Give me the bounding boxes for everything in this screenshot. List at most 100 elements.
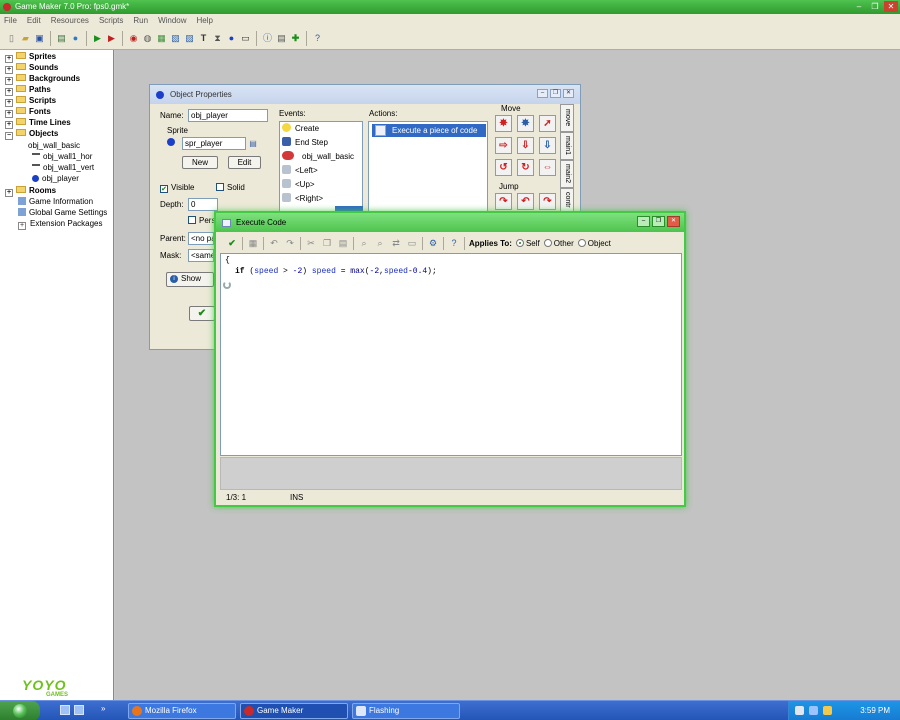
collapse-icon[interactable]: − [5, 132, 13, 140]
add-path-icon[interactable]: ▧ [170, 33, 181, 44]
persistent-checkbox[interactable]: Pers [188, 216, 215, 225]
execute-code-titlebar[interactable]: Execute Code – ❐ ✕ [216, 213, 684, 232]
undo-icon[interactable]: ↶ [268, 237, 280, 249]
event-key-left[interactable]: <Left> [282, 165, 318, 175]
syntax-check-icon[interactable]: ⚙ [427, 237, 439, 249]
add-background-icon[interactable]: ▦ [156, 33, 167, 44]
menu-window[interactable]: Window [158, 14, 186, 27]
add-timeline-icon[interactable]: ⧗ [212, 33, 223, 44]
add-sprite-icon[interactable]: ◉ [128, 33, 139, 44]
move-towards-icon[interactable]: ➚ [539, 115, 556, 132]
tree-obj-wall1-vert[interactable]: obj_wall1_vert [32, 162, 94, 173]
tree-objects[interactable]: − Objects [5, 128, 58, 140]
ok-button[interactable]: ✔ [189, 306, 215, 321]
switch-windows-icon[interactable] [74, 705, 84, 715]
add-room-icon[interactable]: ▭ [240, 33, 251, 44]
cut-icon[interactable]: ✂ [305, 237, 317, 249]
close-icon[interactable]: ✕ [667, 216, 680, 227]
minimize-icon[interactable]: – [852, 1, 866, 12]
code-editor[interactable]: { if (speed > -2) speed = max(-2,speed-0… [220, 253, 682, 456]
event-key-up[interactable]: <Up> [282, 179, 315, 189]
event-end-step[interactable]: End Step [282, 137, 328, 147]
tab-main2[interactable]: main2 [560, 160, 574, 188]
tree-sprites[interactable]: + Sprites [5, 51, 56, 63]
close-icon[interactable]: ✕ [884, 1, 898, 12]
object-properties-titlebar[interactable]: Object Properties – ❐ ✕ [150, 85, 580, 104]
vspeed-icon[interactable]: ⇩ [517, 137, 534, 154]
applies-object-radio[interactable]: Object [577, 238, 611, 248]
find-icon[interactable]: ⌕ [358, 237, 370, 249]
tab-move[interactable]: move [560, 104, 574, 132]
tree-extension-packages[interactable]: + Extension Packages [18, 218, 103, 230]
global-settings-icon[interactable]: ▤ [276, 33, 287, 44]
sprite-field[interactable]: spr_player [182, 137, 246, 150]
applies-other-radio[interactable]: Other [543, 238, 574, 248]
add-object-icon[interactable]: ● [226, 33, 237, 44]
menu-resources[interactable]: Resources [51, 14, 89, 27]
redo-icon[interactable]: ↷ [284, 237, 296, 249]
tree-fonts[interactable]: + Fonts [5, 106, 51, 118]
move-free-icon[interactable]: ✸ [517, 115, 534, 132]
paste-icon[interactable]: ▤ [337, 237, 349, 249]
new-sprite-button[interactable]: New [182, 156, 218, 169]
menu-scripts[interactable]: Scripts [99, 14, 123, 27]
action-execute-code[interactable]: Execute a piece of code [372, 124, 486, 137]
copy-icon[interactable]: ❐ [321, 237, 333, 249]
extension-packages-icon[interactable]: ✚ [290, 33, 301, 44]
depth-field[interactable]: 0 [188, 198, 218, 211]
ok-check-icon[interactable]: ✔ [226, 237, 238, 249]
menu-run[interactable]: Run [133, 14, 148, 27]
replace-icon[interactable]: ⇄ [390, 237, 402, 249]
volume-icon[interactable] [809, 706, 818, 715]
name-field[interactable]: obj_player [188, 109, 268, 122]
help-icon[interactable]: ? [312, 33, 323, 44]
task-game-maker[interactable]: Game Maker [240, 703, 348, 719]
tab-control[interactable]: contr [560, 188, 574, 212]
add-sound-icon[interactable]: ◍ [142, 33, 153, 44]
event-key-right[interactable]: <Right> [282, 193, 323, 203]
parent-field[interactable]: <no pa [188, 232, 214, 245]
jump-random-icon[interactable]: ↷ [539, 193, 556, 210]
security-icon[interactable] [823, 706, 832, 715]
debug-run-icon[interactable]: ▶ [106, 33, 117, 44]
menu-edit[interactable]: Edit [27, 14, 41, 27]
event-collision-wall[interactable]: obj_wall_basic [282, 151, 354, 161]
restore-icon[interactable]: ❐ [550, 89, 561, 98]
tree-backgrounds[interactable]: + Backgrounds [5, 73, 80, 85]
applies-self-radio[interactable]: Self [515, 238, 540, 248]
show-information-button[interactable]: i Show [166, 272, 214, 287]
minimize-icon[interactable]: – [637, 216, 650, 227]
tab-main1[interactable]: main1 [560, 132, 574, 160]
menu-help[interactable]: Help [197, 14, 213, 27]
tree-paths[interactable]: + Paths [5, 84, 51, 96]
menu-file[interactable]: File [4, 14, 17, 27]
game-info-icon[interactable]: ⓘ [262, 33, 273, 44]
reverse-v-icon[interactable]: ↻ [517, 159, 534, 176]
tree-rooms[interactable]: + Rooms [5, 185, 56, 197]
tree-time-lines[interactable]: + Time Lines [5, 117, 71, 129]
publish-icon[interactable]: ● [70, 33, 81, 44]
find-next-icon[interactable]: ⌕ [374, 237, 386, 249]
new-file-icon[interactable]: ▯ [6, 33, 17, 44]
tree-obj-wall1-hor[interactable]: obj_wall1_hor [32, 151, 92, 162]
restore-icon[interactable]: ❐ [652, 216, 665, 227]
jump-start-icon[interactable]: ↶ [517, 193, 534, 210]
edit-sprite-button[interactable]: Edit [228, 156, 261, 169]
restore-icon[interactable]: ❐ [868, 1, 882, 12]
minimize-icon[interactable]: – [537, 89, 548, 98]
run-icon[interactable]: ▶ [92, 33, 103, 44]
print-icon[interactable]: ▦ [247, 237, 259, 249]
sprite-menu-icon[interactable]: ▤ [248, 139, 258, 148]
tree-obj-player[interactable]: obj_player [32, 173, 79, 184]
friction-icon[interactable]: ⇔ [539, 159, 556, 176]
tree-scripts[interactable]: + Scripts [5, 95, 56, 107]
event-create[interactable]: Create [282, 123, 319, 133]
reverse-h-icon[interactable]: ↺ [495, 159, 512, 176]
visible-checkbox[interactable]: ✔ Visible [160, 183, 194, 193]
show-desktop-icon[interactable] [60, 705, 70, 715]
solid-checkbox[interactable]: Solid [216, 183, 245, 192]
task-mozilla-firefox[interactable]: Mozilla Firefox [128, 703, 236, 719]
tree-obj-wall-basic[interactable]: obj_wall_basic [28, 140, 80, 151]
tree-game-information[interactable]: Game Information [18, 196, 93, 207]
add-font-icon[interactable]: T [198, 33, 209, 44]
